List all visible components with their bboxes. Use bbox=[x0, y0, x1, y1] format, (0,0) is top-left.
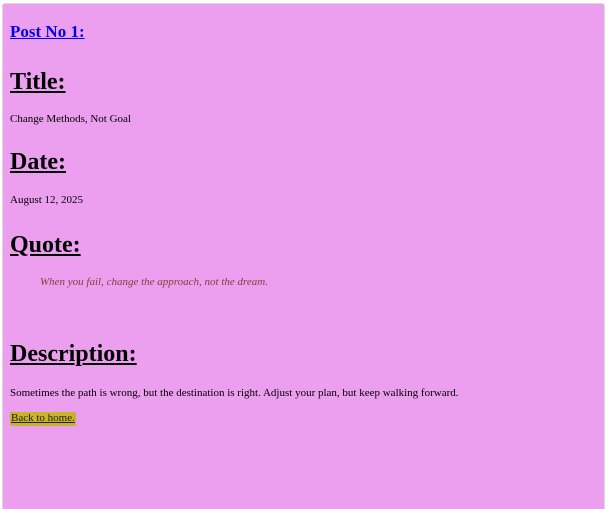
title-value: Change Methods, Not Goal bbox=[10, 113, 131, 125]
date-value: August 12, 2025 bbox=[10, 194, 84, 206]
quote-text: When you fail, change the approach, not … bbox=[40, 276, 268, 288]
quote-heading: Quote: bbox=[10, 232, 81, 258]
date-heading: Date: bbox=[10, 149, 66, 175]
title-heading: Title: bbox=[10, 69, 66, 95]
description-text: Sometimes the path is wrong, but the des… bbox=[10, 387, 459, 399]
post-number-link[interactable]: Post No 1: bbox=[10, 22, 85, 42]
page-body: Post No 1: Title: Change Methods, Not Go… bbox=[2, 3, 605, 509]
description-heading: Description: bbox=[10, 341, 137, 367]
back-to-home-link[interactable]: Back to home. bbox=[10, 412, 76, 426]
